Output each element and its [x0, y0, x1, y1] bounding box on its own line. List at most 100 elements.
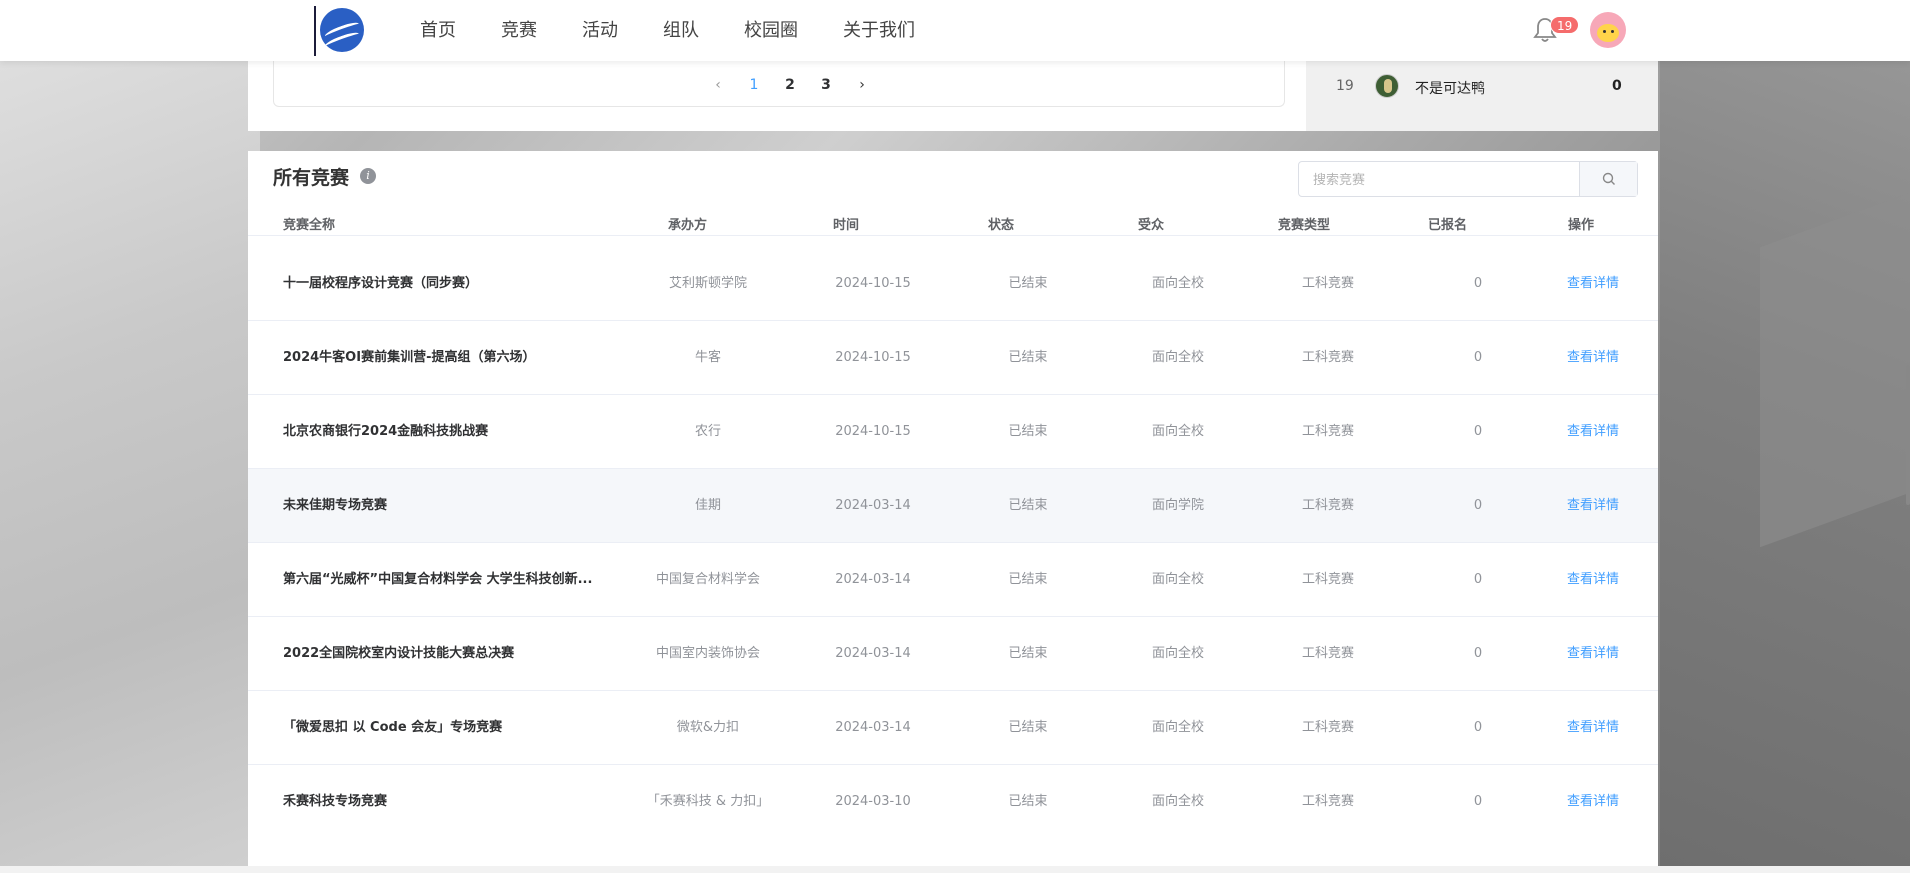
top-navbar: 首页 竞赛 活动 组队 校园圈 关于我们 19 [0, 0, 1910, 61]
competition-audience: 面向学院 [1151, 498, 1204, 513]
col-organizer[interactable]: 承办方 [668, 214, 707, 233]
competition-status: 已结束 [1008, 572, 1048, 587]
competition-type: 工科竞赛 [1301, 646, 1354, 661]
competition-date: 2024-10-15 [835, 350, 911, 365]
search-input[interactable] [1299, 162, 1579, 196]
competition-type: 工科竞赛 [1301, 276, 1354, 291]
table-row[interactable]: 禾赛科技专场竞赛 「禾赛科技 & 力扣」 2024-03-10 已结束 面向全校… [248, 765, 1658, 839]
competition-registered: 0 [1473, 276, 1483, 291]
competition-audience: 面向全校 [1151, 424, 1204, 439]
competition-name: 2024牛客OI赛前集训营-提高组（第六场） [283, 350, 536, 365]
competition-audience: 面向全校 [1151, 720, 1204, 735]
competition-date: 2024-03-14 [835, 498, 911, 513]
view-details-link[interactable]: 查看详情 [1553, 395, 1633, 469]
col-time[interactable]: 时间 [833, 214, 859, 233]
competition-audience: 面向全校 [1151, 276, 1204, 291]
competition-registered: 0 [1473, 794, 1483, 809]
ranking-avatar [1375, 74, 1399, 98]
background-shape [1760, 192, 1910, 548]
view-details-link[interactable]: 查看详情 [1553, 691, 1633, 765]
table-row[interactable]: 「微爱思扣 以 Code 会友」专场竞赛 微软&力扣 2024-03-14 已结… [248, 691, 1658, 765]
search-button[interactable] [1579, 162, 1637, 196]
competition-organizer: 农行 [694, 424, 721, 439]
competition-status: 已结束 [1008, 794, 1048, 809]
ranking-score: 0 [1612, 78, 1622, 94]
competition-organizer: 牛客 [694, 350, 721, 365]
competition-registered: 0 [1473, 720, 1483, 735]
col-type[interactable]: 竞赛类型 [1278, 214, 1330, 233]
competition-type: 工科竞赛 [1301, 424, 1354, 439]
competition-date: 2024-03-14 [835, 572, 911, 587]
competition-name: 十一届校程序设计竞赛（同步赛） [283, 276, 479, 291]
competition-organizer: 「禾赛科技 & 力扣」 [646, 794, 770, 809]
competition-status: 已结束 [1008, 424, 1048, 439]
competition-organizer: 中国室内装饰协会 [655, 646, 760, 661]
competition-type: 工科竞赛 [1301, 498, 1354, 513]
competition-status: 已结束 [1008, 276, 1048, 291]
col-registered[interactable]: 已报名 [1428, 214, 1467, 233]
table-row[interactable]: 2024牛客OI赛前集训营-提高组（第六场） 牛客 2024-10-15 已结束… [248, 321, 1658, 395]
nav-item-activities[interactable]: 活动 [582, 0, 618, 61]
page-1[interactable]: 1 [736, 77, 772, 93]
competition-name: 2022全国院校室内设计技能大赛总决赛 [283, 646, 515, 661]
competition-status: 已结束 [1008, 646, 1048, 661]
competition-date: 2024-03-14 [835, 646, 911, 661]
nav-item-competitions[interactable]: 竞赛 [501, 0, 537, 61]
info-icon[interactable]: i [360, 168, 376, 184]
col-status[interactable]: 状态 [988, 214, 1014, 233]
competition-type: 工科竞赛 [1301, 572, 1354, 587]
background-shape [0, 0, 260, 873]
view-details-link[interactable]: 查看详情 [1553, 469, 1633, 543]
main-nav: 首页 竞赛 活动 组队 校园圈 关于我们 [420, 0, 960, 61]
nav-item-about[interactable]: 关于我们 [843, 0, 915, 61]
competition-name: 北京农商银行2024金融科技挑战赛 [283, 424, 489, 439]
competitions-table-body: 十一届校程序设计竞赛（同步赛） 艾利斯顿学院 2024-10-15 已结束 面向… [248, 247, 1658, 839]
competition-organizer: 中国复合材料学会 [655, 572, 760, 587]
competition-type: 工科竞赛 [1301, 794, 1354, 809]
col-audience[interactable]: 受众 [1138, 214, 1164, 233]
table-row[interactable]: 2022全国院校室内设计技能大赛总决赛 中国室内装饰协会 2024-03-14 … [248, 617, 1658, 691]
competition-date: 2024-03-14 [835, 720, 911, 735]
competition-status: 已结束 [1008, 350, 1048, 365]
competition-date: 2024-10-15 [835, 424, 911, 439]
competition-audience: 面向全校 [1151, 794, 1204, 809]
page-2[interactable]: 2 [772, 77, 808, 93]
notification-badge: 19 [1550, 16, 1580, 34]
ranking-username: 不是可达鸭 [1415, 81, 1485, 97]
view-details-link[interactable]: 查看详情 [1553, 543, 1633, 617]
competition-audience: 面向全校 [1151, 350, 1204, 365]
page-3[interactable]: 3 [808, 77, 844, 93]
competition-name: 第六届“光威杯”中国复合材料学会 大学生科技创新... [283, 572, 593, 587]
nav-item-campus[interactable]: 校园圈 [744, 0, 798, 61]
competition-audience: 面向全校 [1151, 646, 1204, 661]
competition-status: 已结束 [1008, 720, 1048, 735]
avatar[interactable] [1590, 12, 1626, 48]
competition-registered: 0 [1473, 350, 1483, 365]
logo-icon[interactable] [314, 6, 364, 56]
page-scrollbar[interactable] [1906, 365, 1910, 505]
section-title: 所有竞赛 [273, 167, 350, 189]
competition-organizer: 佳期 [694, 498, 721, 513]
nav-item-teams[interactable]: 组队 [663, 0, 699, 61]
competition-status: 已结束 [1008, 498, 1048, 513]
table-row[interactable]: 十一届校程序设计竞赛（同步赛） 艾利斯顿学院 2024-10-15 已结束 面向… [248, 247, 1658, 321]
table-row[interactable]: 北京农商银行2024金融科技挑战赛 农行 2024-10-15 已结束 面向全校… [248, 395, 1658, 469]
search-box [1298, 161, 1638, 197]
competition-organizer: 艾利斯顿学院 [668, 276, 747, 291]
chevron-left-icon[interactable]: ‹ [700, 77, 736, 93]
chevron-right-icon[interactable]: › [844, 77, 880, 93]
competition-audience: 面向全校 [1151, 572, 1204, 587]
competition-type: 工科竞赛 [1301, 720, 1354, 735]
view-details-link[interactable]: 查看详情 [1553, 617, 1633, 691]
nav-item-home[interactable]: 首页 [420, 0, 456, 61]
competition-registered: 0 [1473, 498, 1483, 513]
col-name[interactable]: 竞赛全称 [283, 214, 335, 233]
col-action: 操作 [1568, 218, 1595, 233]
view-details-link[interactable]: 查看详情 [1553, 247, 1633, 321]
page-bottom-edge [0, 866, 1910, 873]
view-details-link[interactable]: 查看详情 [1553, 765, 1633, 839]
table-row[interactable]: 第六届“光威杯”中国复合材料学会 大学生科技创新... 中国复合材料学会 202… [248, 543, 1658, 617]
view-details-link[interactable]: 查看详情 [1553, 321, 1633, 395]
table-row[interactable]: 未来佳期专场竞赛 佳期 2024-03-14 已结束 面向学院 工科竞赛 0 查… [248, 469, 1658, 543]
pagination: ‹ 1 2 3 › [700, 77, 880, 93]
